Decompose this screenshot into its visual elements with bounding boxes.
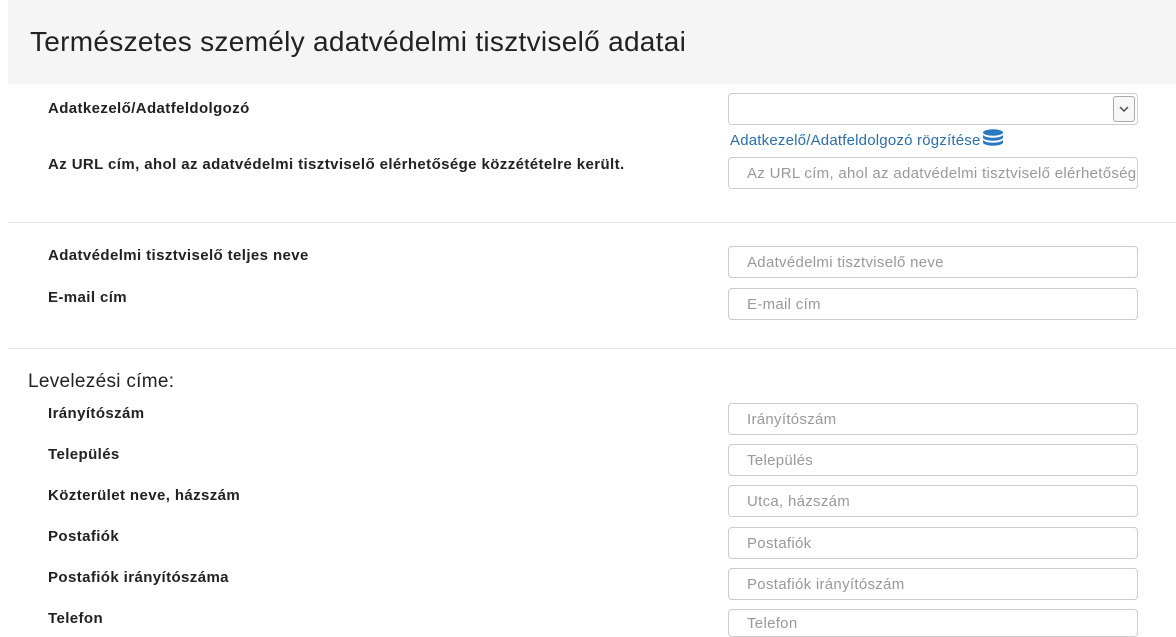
controller-label: Adatkezelő/Adatfeldolgozó [48,100,250,117]
email-input[interactable] [728,288,1138,320]
zip-label: Irányítószám [48,405,145,422]
phone-input[interactable] [728,609,1138,637]
street-input[interactable] [728,485,1138,517]
officer-name-input[interactable] [728,246,1138,278]
controller-select[interactable] [728,93,1138,125]
city-label: Település [48,446,120,463]
chevron-down-icon[interactable] [1113,96,1135,122]
pobox-label: Postafiók [48,528,120,545]
officer-name-label: Adatvédelmi tisztviselő teljes neve [48,247,309,264]
section-divider [8,222,1176,223]
city-input[interactable] [728,444,1138,476]
phone-label: Telefon [48,610,104,627]
url-input[interactable] [728,157,1138,189]
email-label: E-mail cím [48,289,128,306]
street-label: Közterület neve, házszám [48,487,241,504]
url-label: Az URL cím, ahol az adatvédelmi tisztvis… [48,156,625,173]
pobox-zip-label: Postafiók irányítószáma [48,569,229,586]
add-controller-link[interactable]: Adatkezelő/Adatfeldolgozó rögzítése [730,129,1004,152]
pobox-input[interactable] [728,527,1138,559]
add-controller-link-text: Adatkezelő/Adatfeldolgozó rögzítése [730,132,981,149]
pobox-zip-input[interactable] [728,568,1138,600]
page-header: Természetes személy adatvédelmi tisztvis… [8,0,1176,84]
database-icon [982,129,1004,152]
page-title: Természetes személy adatvédelmi tisztvis… [30,26,687,57]
address-section-title: Levelezési címe: [28,371,175,392]
section-divider [8,348,1176,349]
zip-input[interactable] [728,403,1138,435]
